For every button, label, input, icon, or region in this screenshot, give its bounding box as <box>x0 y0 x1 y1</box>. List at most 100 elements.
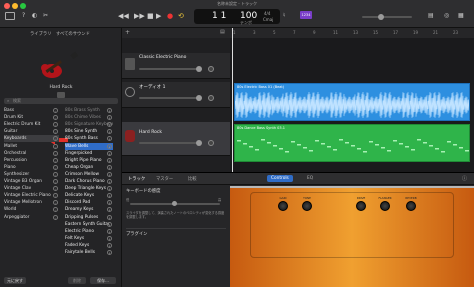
pan-knob[interactable] <box>208 66 214 72</box>
patch-item[interactable]: Cheap Organ ↓ <box>65 164 113 171</box>
pan-knob[interactable] <box>208 95 214 101</box>
plugins-heading[interactable]: プラグイン <box>126 231 147 237</box>
amp-dial-label: REVERB <box>405 196 417 200</box>
track-header-2[interactable]: オーディオ 1 <box>122 82 230 108</box>
count-in-badge[interactable]: 1234 <box>300 11 312 19</box>
category-item[interactable]: Percussion › <box>4 157 59 164</box>
midi-region[interactable]: 80s Dance Bass Synth 03.1 <box>234 124 470 162</box>
amp-dial-knob[interactable] <box>278 201 288 211</box>
sensitivity-knob[interactable] <box>172 201 177 206</box>
all-sounds-tab[interactable]: すべてのサウンド <box>56 31 90 37</box>
forward-icon[interactable]: ▶▶ <box>134 12 145 20</box>
eq-button[interactable]: EQ <box>307 176 313 181</box>
go-to-start-icon[interactable]: ■ <box>147 12 154 20</box>
category-item[interactable]: Bass › <box>4 107 59 114</box>
timeline[interactable]: 1 3 5 7 9 11 13 15 17 19 21 23 80s Electric Bass 01… <box>230 28 474 172</box>
zoom-button[interactable] <box>20 3 26 9</box>
tab-master[interactable]: マスター <box>156 176 173 182</box>
amp-dial-knob[interactable] <box>356 201 366 211</box>
close-button[interactable] <box>4 3 10 9</box>
patch-item[interactable]: Deep Triangle Keys ↓ <box>65 185 113 192</box>
track-volume-slider[interactable] <box>139 97 199 99</box>
volume-knob[interactable] <box>196 66 202 72</box>
volume-knob[interactable] <box>196 140 202 146</box>
category-item[interactable]: Guitar › <box>4 128 59 135</box>
category-item[interactable]: Vintage Mellotron › <box>4 199 59 206</box>
patch-item[interactable]: 80s Chime Vibes ↓ <box>65 114 113 121</box>
ruler[interactable]: 1 3 5 7 9 11 13 15 17 19 21 23 <box>230 28 474 38</box>
pan-knob[interactable] <box>208 140 214 146</box>
patch-item[interactable]: Dark Chorus Piano ↓ <box>65 178 113 185</box>
help-icon[interactable]: ? <box>22 12 25 19</box>
category-item[interactable]: Drum Kit › <box>4 114 59 121</box>
save-button[interactable]: 保存... <box>90 277 116 284</box>
category-item[interactable]: Vintage Electric Piano › <box>4 192 59 199</box>
cycle-icon[interactable]: ⟲ <box>178 12 184 20</box>
patch-item[interactable]: Discord Pad ↓ <box>65 199 113 206</box>
track-volume-slider[interactable] <box>139 68 199 70</box>
category-item[interactable]: Vintage Clav › <box>4 185 59 192</box>
amp-dial-knob[interactable] <box>406 201 416 211</box>
patch-item[interactable]: 80s Sine Synth ↓ <box>65 128 113 135</box>
amp-dial-label: GAIN <box>279 196 287 200</box>
tuner-icon[interactable]: ♮ <box>283 12 285 19</box>
lcd-display[interactable]: 1 1 100 テンポ 4/4 Cmaj <box>194 9 280 25</box>
patch-item[interactable]: Crimson Mellow ↓ <box>65 171 113 178</box>
patch-item[interactable]: Felt Keys ↓ <box>65 235 113 242</box>
track-volume-slider[interactable] <box>139 142 199 144</box>
revert-button[interactable]: 元に戻す <box>4 277 26 284</box>
record-icon[interactable]: ● <box>167 12 173 20</box>
add-track-icon[interactable]: + <box>125 29 130 36</box>
amp-dial-knob[interactable] <box>380 201 390 211</box>
track-header-3[interactable]: Hard Rock <box>122 122 230 156</box>
category-item[interactable]: Orchestral › <box>4 150 59 157</box>
category-label: Vintage Electric Piano <box>4 193 51 199</box>
patch-item[interactable]: Dripping Pulses ↓ <box>65 214 113 221</box>
category-item[interactable]: Arpeggiator › <box>4 214 59 221</box>
audio-region[interactable]: 80s Electric Bass 01 (Beat) <box>234 83 470 121</box>
search-field[interactable]: ⌕ 検索 <box>4 98 118 104</box>
track-header-1[interactable]: Classic Electric Piano <box>122 53 230 79</box>
playhead[interactable] <box>232 28 233 172</box>
play-icon[interactable]: ▶ <box>156 12 161 20</box>
patch-item[interactable]: Delicate Keys ↓ <box>65 192 113 199</box>
category-item[interactable]: Mallet › <box>4 143 59 150</box>
download-icon: ↓ <box>107 115 112 121</box>
master-volume-slider[interactable] <box>362 16 412 18</box>
patch-item[interactable]: Fingerpicked ↓ <box>65 150 113 157</box>
tab-compare[interactable]: 比較 <box>188 176 197 182</box>
category-item[interactable]: Synthesizer › <box>4 171 59 178</box>
category-item[interactable]: World › <box>4 206 59 213</box>
patch-item[interactable]: Wave Bells ↓ <box>65 142 113 150</box>
patch-item[interactable]: Dreamy Keys ↓ <box>65 206 113 213</box>
controls-button[interactable]: Controls <box>267 175 293 182</box>
delete-button[interactable]: 削除 <box>68 277 86 284</box>
minimize-button[interactable] <box>12 3 18 9</box>
patch-item[interactable]: 80s Signature Keyboard ↓ <box>65 121 113 128</box>
patch-item[interactable]: 80s Brass Synth ↓ <box>65 107 113 114</box>
master-volume-knob[interactable] <box>378 14 384 20</box>
loop-browser-icon[interactable]: ◎ <box>444 12 449 19</box>
catch-icon[interactable]: ▤ <box>220 29 225 35</box>
patch-item[interactable]: Bright Pipe Piano ↓ <box>65 157 113 164</box>
amp-dial-knob[interactable] <box>302 201 312 211</box>
patch-item[interactable]: Eastern Synth Guitar ↓ <box>65 221 113 228</box>
editors-icon[interactable]: ✂ <box>43 12 48 19</box>
category-item[interactable]: Keyboards › <box>4 135 59 143</box>
smart-controls-icon[interactable]: ◐ <box>32 12 37 19</box>
notepad-icon[interactable]: ▤ <box>428 12 434 19</box>
rewind-icon[interactable]: ◀◀ <box>118 12 129 20</box>
category-item[interactable]: Vintage B3 Organ › <box>4 178 59 185</box>
media-browser-icon[interactable]: ▦ <box>458 12 464 19</box>
tab-track[interactable]: トラック <box>128 176 145 182</box>
patch-item[interactable]: Faded Keys ↓ <box>65 242 113 249</box>
library-tab[interactable]: ライブラリ <box>30 31 51 37</box>
library-icon[interactable] <box>5 12 15 20</box>
patch-item[interactable]: Electric Piano ↓ <box>65 228 113 235</box>
patch-item[interactable]: Fairytale Bells ↓ <box>65 249 113 256</box>
category-item[interactable]: Piano › <box>4 164 59 171</box>
patch-item[interactable]: 80s Synth Bass ↓ <box>65 135 113 142</box>
volume-knob[interactable] <box>196 95 202 101</box>
info-icon[interactable]: ⓘ <box>462 175 467 182</box>
category-item[interactable]: Electric Drum Kit › <box>4 121 59 128</box>
